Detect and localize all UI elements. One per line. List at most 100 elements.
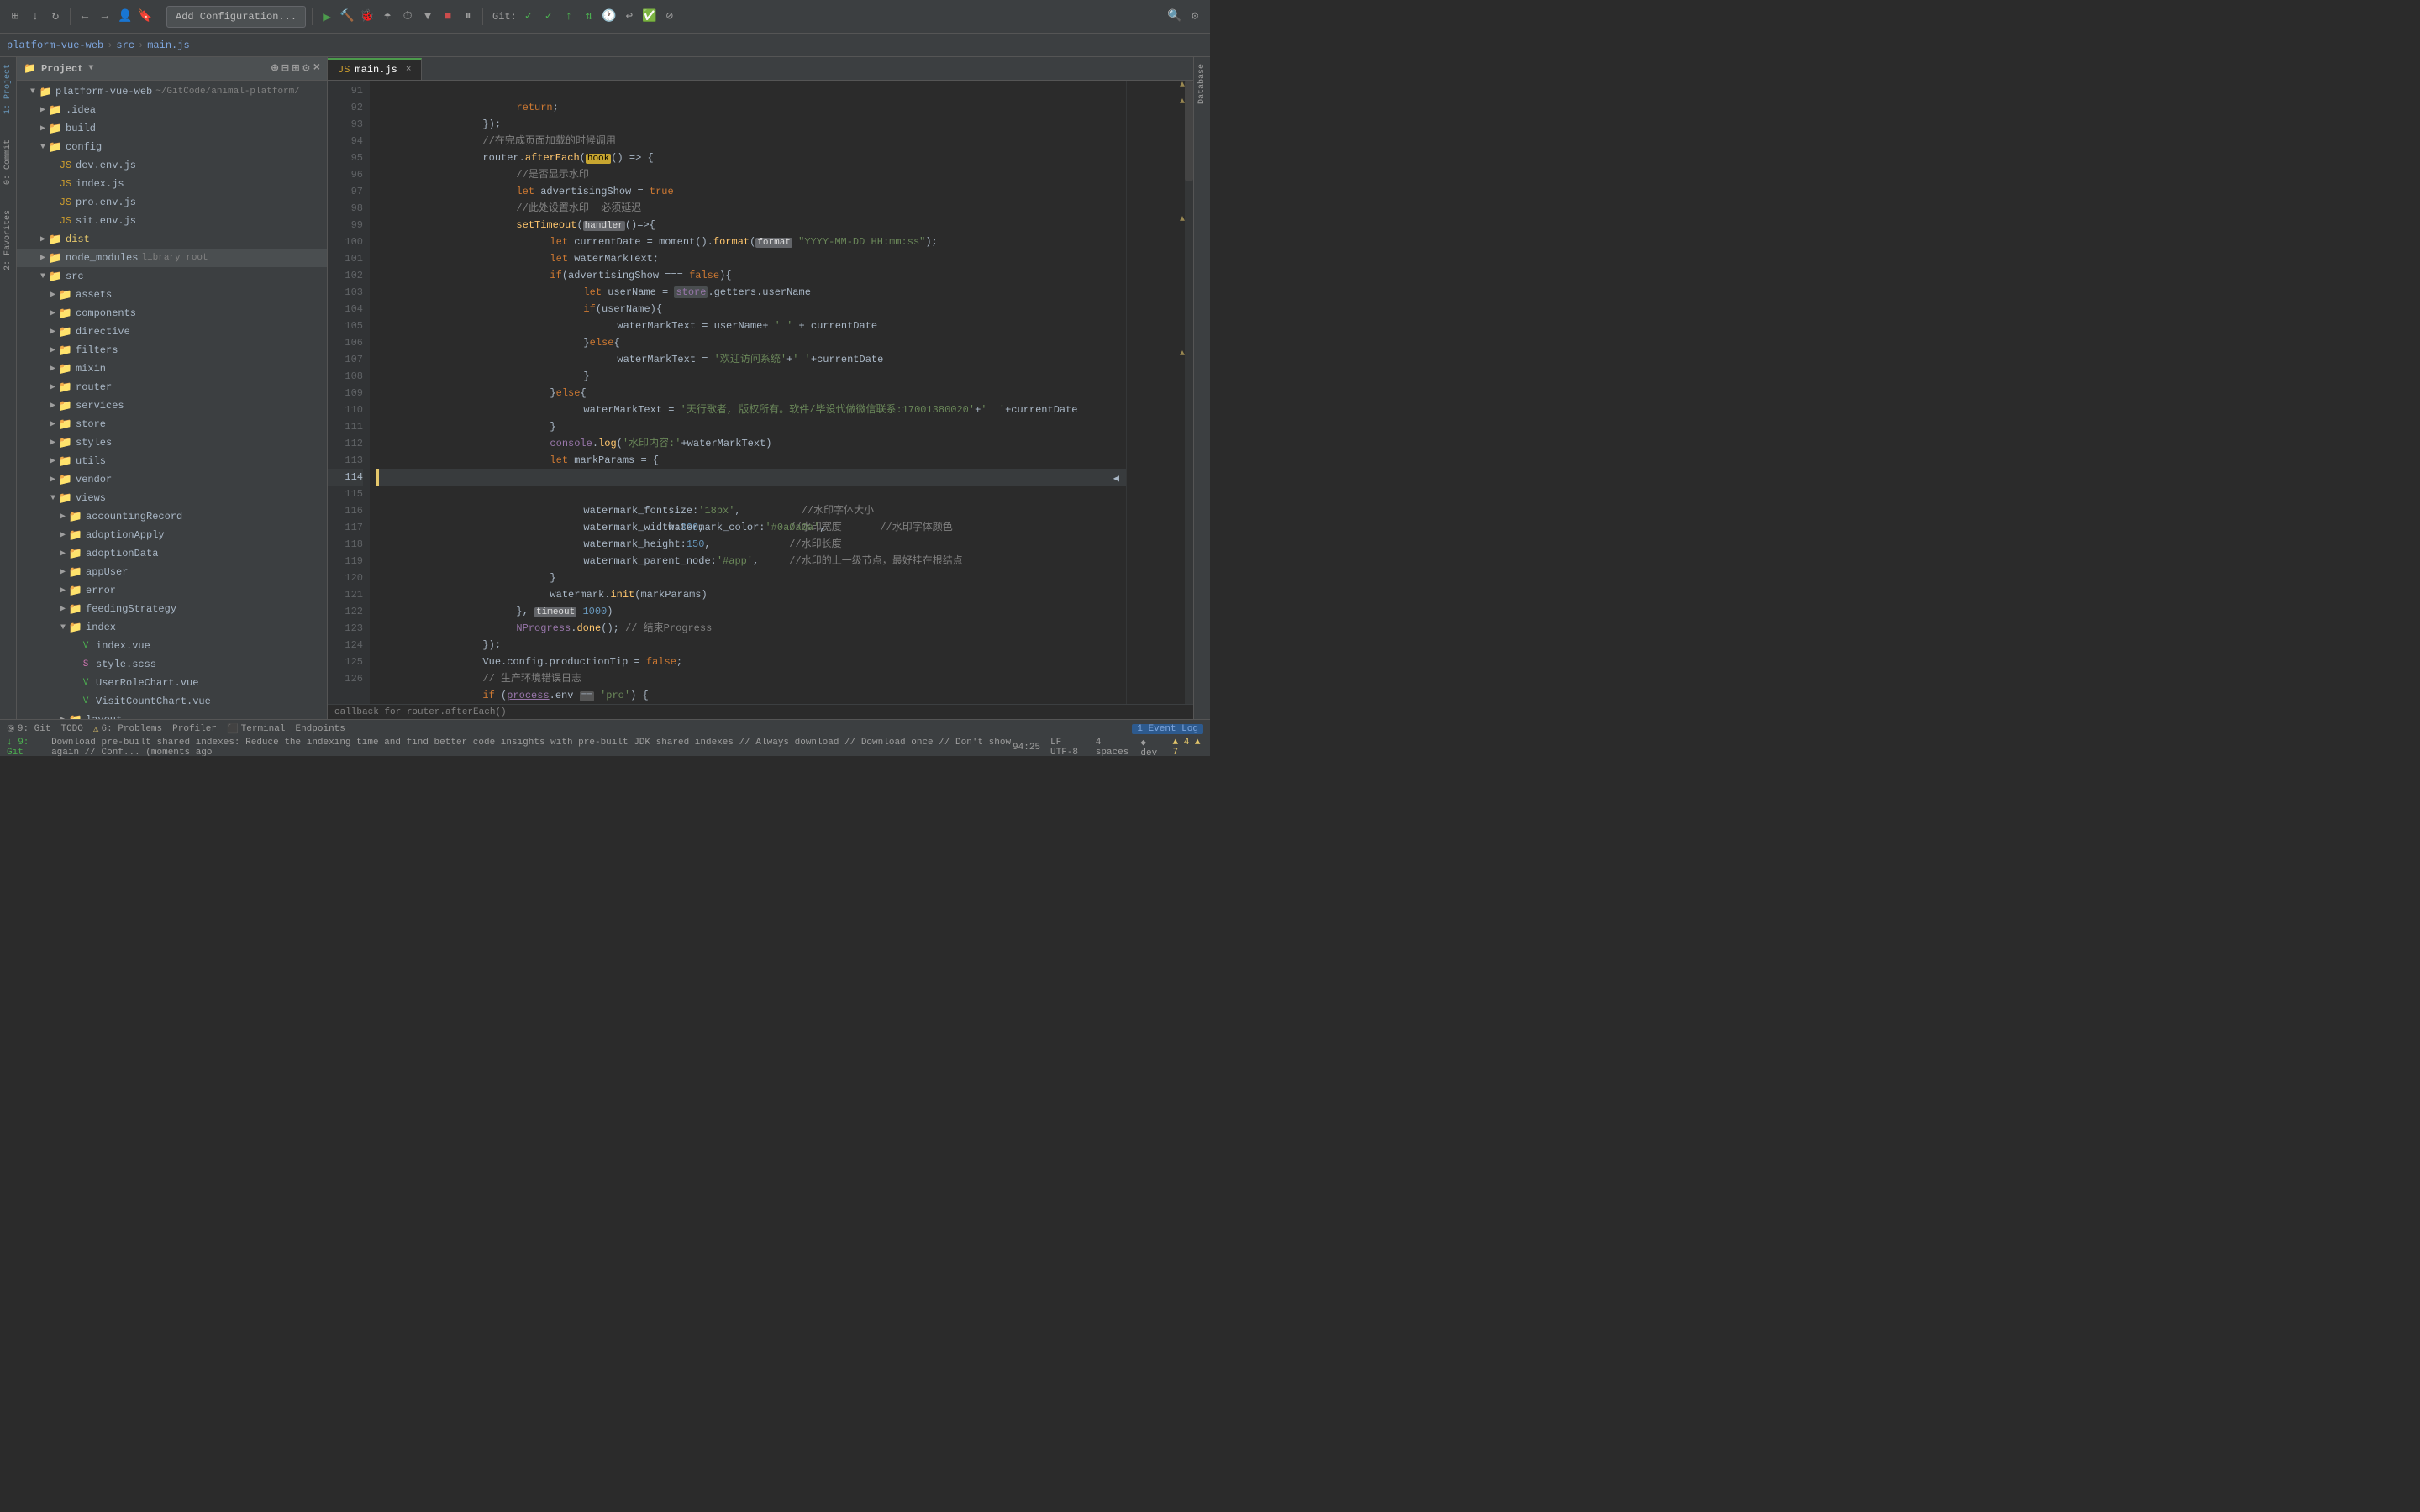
tree-item-indexvue[interactable]: V index.vue bbox=[17, 637, 327, 655]
tree-item-accountingrecord[interactable]: ▶ 📁 accountingRecord bbox=[17, 507, 327, 526]
tree-item-proenv[interactable]: JS pro.env.js bbox=[17, 193, 327, 212]
tree-item-styles[interactable]: ▶ 📁 styles bbox=[17, 433, 327, 452]
tree-item-views[interactable]: ▼ 📁 views bbox=[17, 489, 327, 507]
code-lines[interactable]: return; }); //在完成页面加载的时候调用 router.afterE… bbox=[370, 81, 1126, 704]
tree-item-visitcountchart[interactable]: V VisitCountChart.vue bbox=[17, 692, 327, 711]
tree-item-style[interactable]: S style.scss bbox=[17, 655, 327, 674]
tree-item-vendor[interactable]: ▶ 📁 vendor bbox=[17, 470, 327, 489]
toolbar-icon-3[interactable]: ↻ bbox=[47, 8, 64, 25]
event-log-button[interactable]: 1 Event Log bbox=[1132, 724, 1203, 734]
tree-item-dist[interactable]: ▶ 📁 dist bbox=[17, 230, 327, 249]
left-sidebar: 1: Project 0: Commit 2: Favorites bbox=[0, 57, 17, 719]
gear-icon[interactable]: ⚙ bbox=[302, 61, 309, 76]
breadcrumb-src[interactable]: src bbox=[116, 39, 134, 51]
toolbar-icon-1[interactable]: ⊞ bbox=[7, 8, 24, 25]
search-icon[interactable]: 🔍 bbox=[1166, 8, 1183, 25]
tree-item-userrolechart[interactable]: V UserRoleChart.vue bbox=[17, 674, 327, 692]
problems-tab[interactable]: ⚠ 6: Problems bbox=[93, 723, 162, 735]
tab-close-icon[interactable]: × bbox=[406, 65, 412, 75]
tree-item-components[interactable]: ▶ 📁 components bbox=[17, 304, 327, 323]
git-block-icon[interactable]: ⊘ bbox=[661, 8, 678, 25]
settings-icon[interactable]: ⚙ bbox=[1186, 8, 1203, 25]
sidebar-project-tab[interactable]: 1: Project bbox=[2, 60, 14, 118]
breadcrumb-file[interactable]: main.js bbox=[147, 39, 189, 51]
folder-icon: 📁 bbox=[59, 399, 72, 412]
tree-item-error[interactable]: ▶ 📁 error bbox=[17, 581, 327, 600]
ln-117: 117 bbox=[328, 519, 363, 536]
git-undo-icon[interactable]: ↩ bbox=[621, 8, 638, 25]
tree-item-router[interactable]: ▶ 📁 router bbox=[17, 378, 327, 396]
tree-item-assets[interactable]: ▶ 📁 assets bbox=[17, 286, 327, 304]
git-ok-icon[interactable]: ✅ bbox=[641, 8, 658, 25]
tree-item-directive[interactable]: ▶ 📁 directive bbox=[17, 323, 327, 341]
profile-icon[interactable]: ⏱ bbox=[399, 8, 416, 25]
tree-item-adoptiondata[interactable]: ▶ 📁 adoptionData bbox=[17, 544, 327, 563]
stop-icon[interactable]: ■ bbox=[439, 8, 456, 25]
tree-item-src[interactable]: ▼ 📁 src bbox=[17, 267, 327, 286]
database-tab[interactable]: Database bbox=[1196, 60, 1208, 108]
coverage-icon[interactable]: ☂ bbox=[379, 8, 396, 25]
code-editor[interactable]: 91 92 93 94 95 96 97 98 99 100 101 102 1… bbox=[328, 81, 1193, 704]
tree-item-store[interactable]: ▶ 📁 store bbox=[17, 415, 327, 433]
tree-item-devenv[interactable]: JS dev.env.js bbox=[17, 156, 327, 175]
tree-item-adoptionapply[interactable]: ▶ 📁 adoptionApply bbox=[17, 526, 327, 544]
collapse-icon[interactable]: ⊟ bbox=[281, 61, 288, 76]
build-icon[interactable]: 🔨 bbox=[339, 8, 355, 25]
debug-icon[interactable]: 🐞 bbox=[359, 8, 376, 25]
tree-item-feedingstrategy[interactable]: ▶ 📁 feedingStrategy bbox=[17, 600, 327, 618]
folder-icon: 📁 bbox=[49, 270, 62, 283]
more-run-icon[interactable]: ▼ bbox=[419, 8, 436, 25]
locate-icon[interactable]: ⊕ bbox=[271, 61, 278, 76]
minimap[interactable]: ▲ ▲ ▲ ▲ bbox=[1126, 81, 1193, 704]
user-icon[interactable]: 👤 bbox=[117, 8, 134, 25]
git-merge-icon[interactable]: ⇅ bbox=[581, 8, 597, 25]
pause-icon[interactable]: ⏸ bbox=[460, 8, 476, 25]
bookmark-icon[interactable]: 🔖 bbox=[137, 8, 154, 25]
tree-item-mixin[interactable]: ▶ 📁 mixin bbox=[17, 360, 327, 378]
back-icon[interactable]: ← bbox=[76, 8, 93, 25]
sidebar-favorites-tab[interactable]: 2: Favorites bbox=[2, 207, 14, 274]
profiler-tab[interactable]: Profiler bbox=[172, 724, 217, 734]
tree-item-index[interactable]: ▼ 📁 index bbox=[17, 618, 327, 637]
sidebar-commit-tab[interactable]: 0: Commit bbox=[2, 136, 14, 188]
tab-bar: JS main.js × bbox=[328, 57, 1193, 81]
expand-icon[interactable]: ⊞ bbox=[292, 61, 299, 76]
tree-item-filters[interactable]: ▶ 📁 filters bbox=[17, 341, 327, 360]
tree-item-config[interactable]: ▼ 📁 config bbox=[17, 138, 327, 156]
git-arrow-up-icon[interactable]: ↑ bbox=[560, 8, 577, 25]
project-label: Project bbox=[41, 63, 83, 75]
scrollbar[interactable] bbox=[1185, 81, 1193, 704]
folder-icon: 📁 bbox=[59, 288, 72, 302]
tree-item-indexjs[interactable]: JS index.js bbox=[17, 175, 327, 193]
tab-mainjs[interactable]: JS main.js × bbox=[328, 58, 422, 80]
todo-tab[interactable]: TODO bbox=[60, 724, 82, 734]
tree-item-nodemodules[interactable]: ▶ 📁 node_modules library root bbox=[17, 249, 327, 267]
warning-3: ▲ bbox=[1180, 215, 1185, 224]
arrow-icon: ▶ bbox=[47, 289, 59, 301]
git-check-icon[interactable]: ✓ bbox=[520, 8, 537, 25]
run-icon[interactable]: ▶ bbox=[318, 8, 335, 25]
tree-item-idea[interactable]: ▶ 📁 .idea bbox=[17, 101, 327, 119]
tree-item-services[interactable]: ▶ 📁 services bbox=[17, 396, 327, 415]
forward-icon[interactable]: → bbox=[97, 8, 113, 25]
git-tab[interactable]: ⑨ 9: Git bbox=[7, 723, 50, 735]
arrow-icon bbox=[67, 640, 79, 652]
breadcrumb-root[interactable]: platform-vue-web bbox=[7, 39, 103, 51]
tree-item-layout[interactable]: ▶ 📁 layout bbox=[17, 711, 327, 719]
git-check2-icon[interactable]: ✓ bbox=[540, 8, 557, 25]
close-panel-icon[interactable]: × bbox=[313, 61, 320, 76]
tree-item-root[interactable]: ▼ 📁 platform-vue-web ~/GitCode/animal-pl… bbox=[17, 82, 327, 101]
terminal-tab[interactable]: ⬛ Terminal bbox=[227, 723, 286, 735]
git-history-icon[interactable]: 🕐 bbox=[601, 8, 618, 25]
toolbar-icon-2[interactable]: ↓ bbox=[27, 8, 44, 25]
scrollbar-thumb[interactable] bbox=[1185, 81, 1193, 181]
tree-item-sitenv[interactable]: JS sit.env.js bbox=[17, 212, 327, 230]
tree-item-appuser[interactable]: ▶ 📁 appUser bbox=[17, 563, 327, 581]
fs-label: feedingStrategy bbox=[86, 603, 176, 615]
add-config-button[interactable]: Add Configuration... bbox=[166, 6, 306, 28]
endpoints-tab[interactable]: Endpoints bbox=[295, 724, 345, 734]
project-dropdown-icon[interactable]: ▼ bbox=[88, 64, 93, 73]
tree-item-utils[interactable]: ▶ 📁 utils bbox=[17, 452, 327, 470]
tree-item-build[interactable]: ▶ 📁 build bbox=[17, 119, 327, 138]
indent-indicator: 4 spaces bbox=[1096, 738, 1131, 757]
